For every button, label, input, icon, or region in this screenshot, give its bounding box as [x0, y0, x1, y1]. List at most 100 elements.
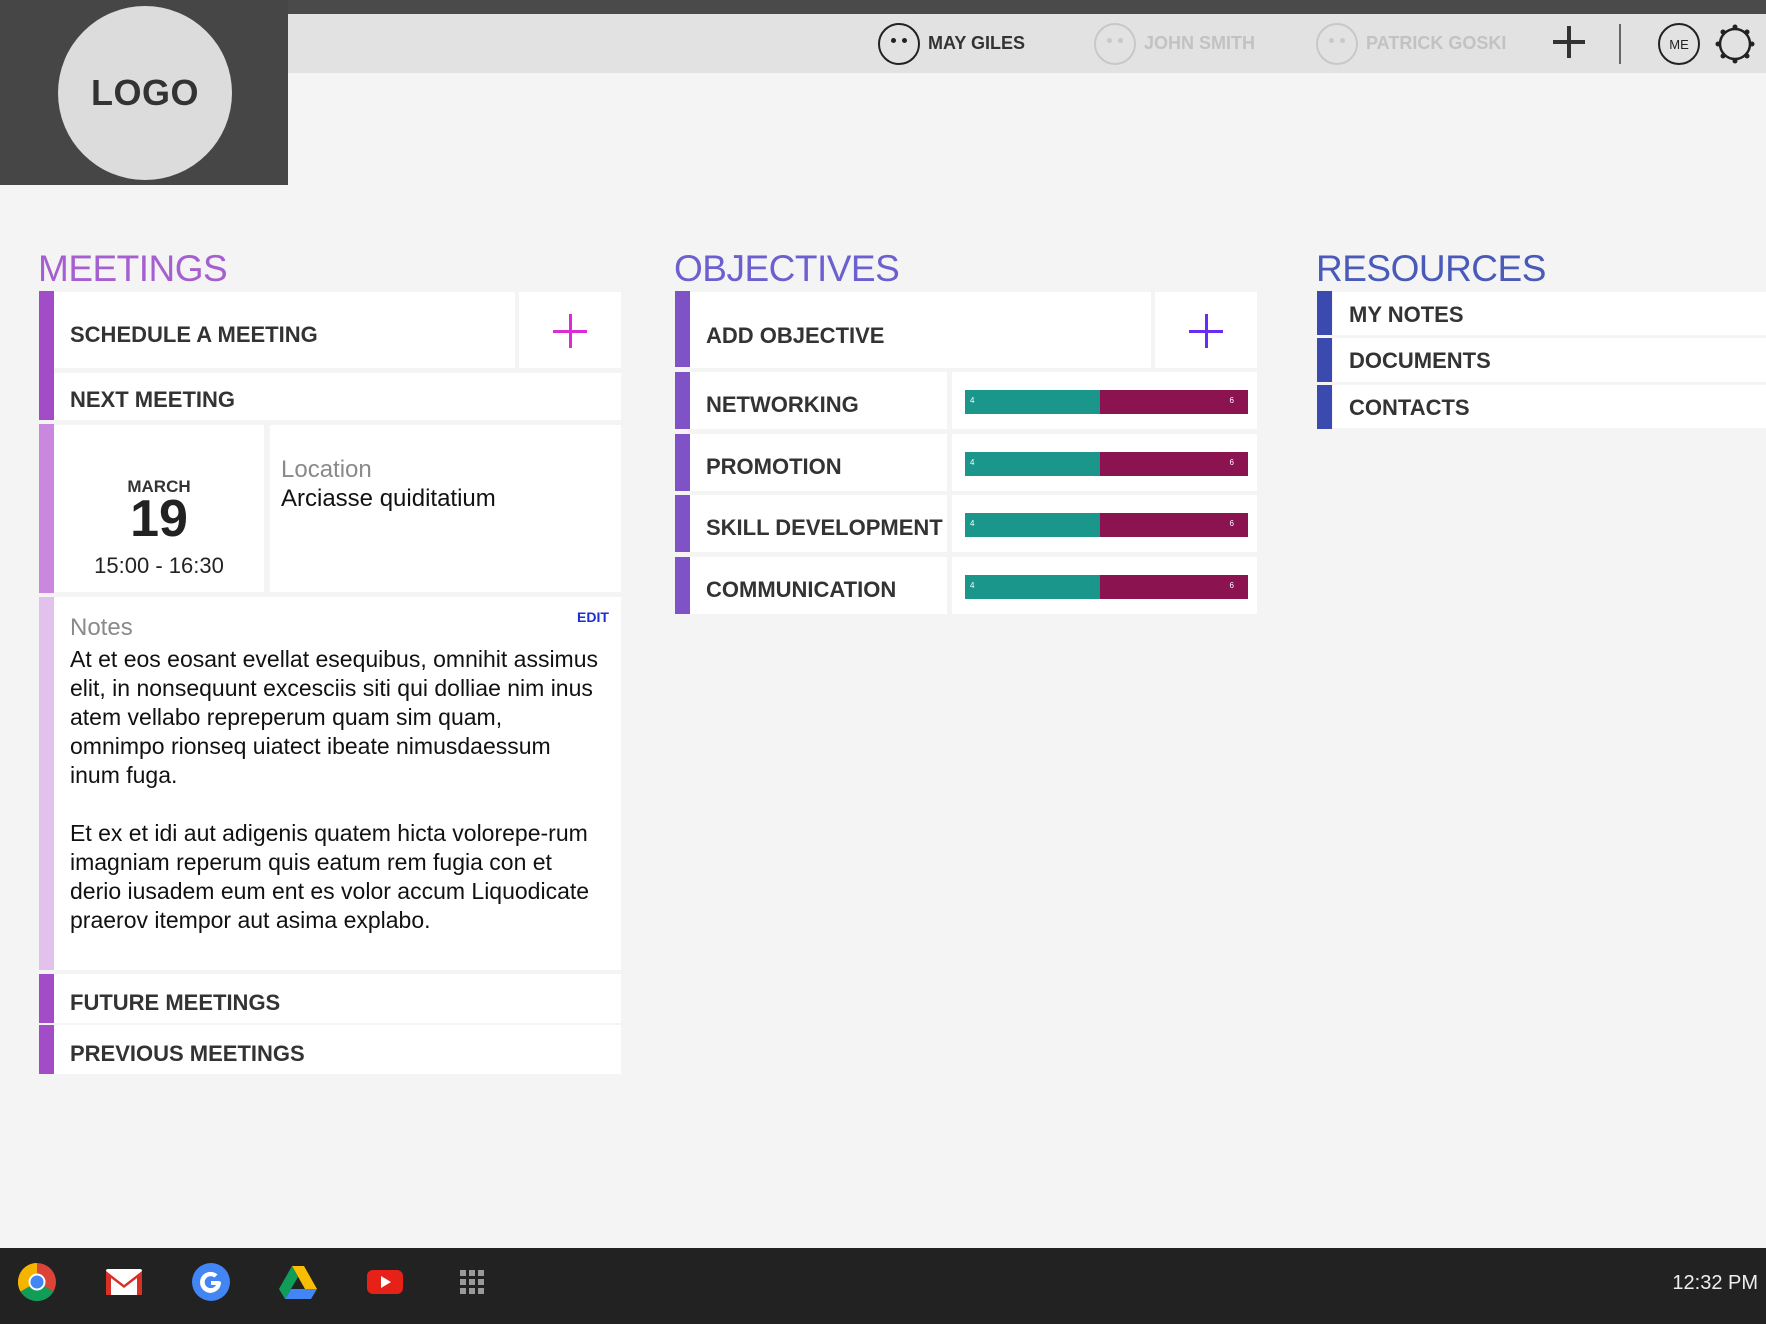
progress-done-segment: 4: [965, 390, 1100, 414]
meeting-date-card: MARCH 19 15:00 - 16:30: [54, 425, 264, 592]
objective-label: PROMOTION: [706, 454, 842, 479]
user-avatar-icon: [878, 22, 920, 65]
resource-label: DOCUMENTS: [1349, 348, 1491, 373]
add-objective-button[interactable]: [1155, 292, 1257, 368]
progress-remaining-segment: 6: [1100, 575, 1248, 599]
logo-panel: LOGO: [0, 0, 288, 185]
gear-icon[interactable]: [1715, 24, 1755, 64]
objective-row-skill-development[interactable]: SKILL DEVELOPMENT: [690, 495, 947, 552]
user-bar: MAY GILES JOHN SMITH PATRICK GOSKI: [288, 14, 1766, 73]
resource-contacts[interactable]: CONTACTS: [1333, 385, 1766, 428]
edit-notes-link[interactable]: EDIT: [577, 609, 609, 625]
notes-paragraph: At et eos eosant evellat esequibus, omni…: [70, 646, 599, 788]
resources-title: RESOURCES: [1316, 248, 1546, 289]
objectives-title: OBJECTIVES: [674, 248, 900, 289]
progress-remaining-value: 6: [1229, 519, 1234, 528]
progress-remaining-value: 6: [1229, 581, 1234, 590]
user-name: JOHN SMITH: [1144, 33, 1256, 53]
objective-progress-cell: 4 6: [952, 557, 1257, 614]
progress-done-value: 4: [970, 458, 975, 467]
google-icon[interactable]: [191, 1262, 231, 1302]
taskbar: 12:32 PM: [0, 1248, 1766, 1324]
objective-progress-bar: 4 6: [965, 452, 1248, 476]
progress-remaining-value: 6: [1229, 458, 1234, 467]
progress-done-value: 4: [970, 396, 975, 405]
previous-meetings-accent-bar: [39, 1025, 54, 1074]
user-name: MAY GILES: [928, 33, 1026, 53]
objective-accent-bar: [675, 434, 690, 491]
resource-accent-bar: [1317, 338, 1332, 382]
meetings-title: MEETINGS: [38, 248, 228, 289]
previous-meetings-row[interactable]: PREVIOUS MEETINGS: [54, 1025, 621, 1074]
objective-progress-cell: 4 6: [952, 434, 1257, 491]
progress-done-segment: 4: [965, 575, 1100, 599]
schedule-meeting-row[interactable]: SCHEDULE A MEETING: [54, 292, 515, 368]
notes-label: Notes: [70, 614, 133, 641]
user-name: PATRICK GOSKI: [1366, 33, 1507, 53]
resource-label: CONTACTS: [1349, 395, 1470, 420]
resource-documents[interactable]: DOCUMENTS: [1333, 338, 1766, 382]
chrome-icon[interactable]: [17, 1262, 57, 1302]
resource-accent-bar: [1317, 291, 1332, 335]
meeting-notes-card: Notes EDIT At et eos eosant evellat eseq…: [54, 597, 621, 970]
apps-grid-icon[interactable]: [452, 1262, 492, 1302]
meetings-accent-bar: [39, 291, 54, 420]
objective-accent-bar: [675, 372, 690, 429]
user-tab-john-smith[interactable]: JOHN SMITH: [1094, 14, 1255, 73]
meeting-location-card: Location Arciasse quiditatium: [270, 425, 621, 592]
resource-my-notes[interactable]: MY NOTES: [1333, 292, 1766, 335]
progress-remaining-value: 6: [1229, 396, 1234, 405]
objective-row-networking[interactable]: NETWORKING: [690, 372, 947, 429]
notes-accent-bar: [39, 597, 54, 970]
drive-icon[interactable]: [278, 1262, 318, 1302]
location-value: Arciasse quiditatium: [281, 485, 496, 512]
meeting-time: 15:00 - 16:30: [94, 553, 224, 578]
objective-label: NETWORKING: [706, 392, 859, 417]
future-meetings-accent-bar: [39, 974, 54, 1023]
user-avatar-icon: [1316, 22, 1358, 65]
add-user-plus-icon[interactable]: [1551, 24, 1587, 60]
objective-row-communication[interactable]: COMMUNICATION: [690, 557, 947, 614]
next-meeting-accent-bar: [39, 424, 54, 593]
progress-remaining-segment: 6: [1100, 452, 1248, 476]
future-meetings-label: FUTURE MEETINGS: [70, 990, 281, 1015]
notes-paragraph: Et ex et idi aut adigenis quatem hicta v…: [70, 820, 590, 933]
progress-done-value: 4: [970, 581, 975, 590]
objective-progress-cell: 4 6: [952, 372, 1257, 429]
youtube-icon[interactable]: [365, 1262, 405, 1302]
progress-done-value: 4: [970, 519, 975, 528]
objective-progress-bar: 4 6: [965, 390, 1248, 414]
progress-done-segment: 4: [965, 452, 1100, 476]
future-meetings-row[interactable]: FUTURE MEETINGS: [54, 974, 621, 1023]
user-tab-patrick-goski[interactable]: PATRICK GOSKI: [1316, 14, 1506, 73]
schedule-meeting-label: SCHEDULE A MEETING: [70, 322, 318, 347]
progress-remaining-segment: 6: [1100, 390, 1248, 414]
header-divider: [1619, 24, 1621, 64]
objective-progress-bar: 4 6: [965, 513, 1248, 537]
me-avatar[interactable]: ME: [1658, 23, 1700, 65]
objective-label: COMMUNICATION: [706, 577, 897, 602]
objective-accent-bar: [675, 495, 690, 552]
resource-label: MY NOTES: [1349, 302, 1464, 327]
user-avatar-icon: [1094, 22, 1136, 65]
add-objective-row[interactable]: ADD OBJECTIVE: [690, 292, 1151, 368]
next-meeting-label: NEXT MEETING: [70, 387, 236, 412]
resource-accent-bar: [1317, 385, 1332, 429]
user-tab-may-giles[interactable]: MAY GILES: [878, 14, 1025, 73]
plus-icon: [553, 314, 587, 348]
objective-row-promotion[interactable]: PROMOTION: [690, 434, 947, 491]
plus-icon: [1189, 314, 1223, 348]
objective-label: SKILL DEVELOPMENT: [706, 515, 943, 540]
gmail-icon[interactable]: [104, 1262, 144, 1302]
add-objective-label: ADD OBJECTIVE: [706, 323, 885, 348]
previous-meetings-label: PREVIOUS MEETINGS: [70, 1041, 305, 1066]
progress-remaining-segment: 6: [1100, 513, 1248, 537]
objective-progress-cell: 4 6: [952, 495, 1257, 552]
notes-body: At et eos eosant evellat esequibus, omni…: [70, 645, 600, 964]
objective-progress-bar: 4 6: [965, 575, 1248, 599]
logo[interactable]: LOGO: [58, 6, 232, 180]
location-label: Location: [281, 456, 372, 483]
next-meeting-header[interactable]: NEXT MEETING: [54, 373, 621, 420]
progress-done-segment: 4: [965, 513, 1100, 537]
schedule-meeting-add-button[interactable]: [519, 292, 621, 368]
